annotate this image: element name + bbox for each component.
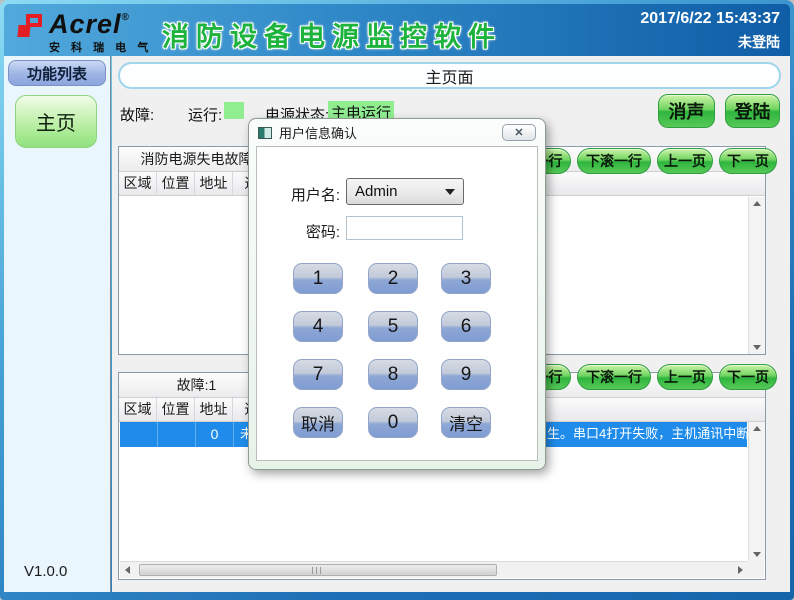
scrollbar-corner — [747, 561, 764, 578]
scrollbar-grip-icon — [312, 567, 324, 574]
top-table-vertical-scrollbar[interactable] — [748, 197, 765, 354]
fault-label: 故障: — [120, 104, 154, 125]
keypad-button-2[interactable]: 2 — [368, 263, 418, 294]
top-scroll-down-row-button[interactable]: 下滚一行 — [577, 148, 651, 174]
scroll-down-arrow-icon[interactable] — [753, 552, 761, 557]
password-field[interactable] — [346, 216, 463, 240]
logo-square-solid — [17, 25, 30, 37]
scroll-left-arrow-icon[interactable] — [125, 566, 130, 574]
cancel-button[interactable]: 取消 — [293, 407, 343, 438]
clear-button[interactable]: 清空 — [441, 407, 491, 438]
bottom-table-vertical-scrollbar[interactable] — [748, 422, 765, 561]
username-select[interactable]: Admin — [346, 178, 464, 205]
app-window: Acrel ® 安 科 瑞 电 气 消防设备电源监控软件 2017/6/22 1… — [0, 0, 794, 600]
run-label: 运行: — [188, 104, 222, 125]
login-status: 未登陆 — [640, 32, 780, 52]
logo-text: Acrel ® 安 科 瑞 电 气 — [49, 11, 152, 55]
page-title: 主页面 — [118, 62, 781, 89]
cell-address: 0 — [196, 422, 234, 447]
keypad-button-7[interactable]: 7 — [293, 359, 343, 390]
keypad-button-5[interactable]: 5 — [368, 311, 418, 342]
dialog-title: 用户信息确认 — [279, 123, 357, 142]
col-position: 位置 — [157, 172, 195, 195]
col-region: 区域 — [119, 398, 157, 421]
login-button[interactable]: 登陆 — [725, 94, 780, 128]
col-position: 位置 — [157, 398, 195, 421]
version-label: V1.0.0 — [24, 563, 67, 580]
keypad-button-4[interactable]: 4 — [293, 311, 343, 342]
bottom-next-page-button[interactable]: 下一页 — [719, 364, 777, 390]
bottom-table-horizontal-scrollbar[interactable] — [120, 561, 747, 578]
scroll-up-arrow-icon[interactable] — [753, 426, 761, 431]
scroll-down-arrow-icon[interactable] — [753, 345, 761, 350]
keypad-button-1[interactable]: 1 — [293, 263, 343, 294]
run-status-indicator — [224, 102, 244, 119]
username-selected-value: Admin — [355, 183, 398, 200]
chevron-down-icon — [445, 189, 455, 195]
cell-position — [158, 422, 196, 447]
dialog-titlebar[interactable]: 用户信息确认 ✕ — [249, 119, 545, 146]
cell-region — [120, 422, 158, 447]
acrel-logo: Acrel ® 安 科 瑞 电 气 — [18, 11, 152, 55]
col-region: 区域 — [119, 172, 157, 195]
user-confirm-dialog: 用户信息确认 ✕ 用户名: Admin 密码: 1 2 3 4 5 6 7 8 … — [248, 118, 546, 470]
dialog-body: 用户名: Admin 密码: 1 2 3 4 5 6 7 8 9 取消 0 清空 — [256, 146, 538, 461]
keypad-button-9[interactable]: 9 — [441, 359, 491, 390]
col-address: 地址 — [195, 398, 233, 421]
acrel-logo-icon — [18, 14, 44, 40]
registered-mark: ® — [122, 12, 129, 23]
keypad-button-6[interactable]: 6 — [441, 311, 491, 342]
bottom-scroll-down-row-button[interactable]: 下滚一行 — [577, 364, 651, 390]
password-label: 密码: — [257, 221, 340, 242]
brand-name: Acrel — [49, 11, 122, 37]
header-right: 2017/6/22 15:43:37 未登陆 — [640, 10, 780, 52]
scroll-right-arrow-icon[interactable] — [738, 566, 743, 574]
dialog-close-button[interactable]: ✕ — [502, 124, 536, 141]
horizontal-scrollbar-thumb[interactable] — [139, 564, 497, 576]
keypad-button-0[interactable]: 0 — [368, 407, 418, 438]
datetime: 2017/6/22 15:43:37 — [640, 10, 780, 28]
sidebar: 功能列表 主页 V1.0.0 — [4, 56, 111, 592]
top-next-page-button[interactable]: 下一页 — [719, 148, 777, 174]
brand-chinese: 安 科 瑞 电 气 — [49, 39, 152, 55]
username-label: 用户名: — [257, 184, 340, 205]
top-prev-page-button[interactable]: 上一页 — [657, 148, 713, 174]
sidebar-item-home[interactable]: 主页 — [15, 95, 97, 148]
app-titlebar: Acrel ® 安 科 瑞 电 气 消防设备电源监控软件 2017/6/22 1… — [4, 4, 790, 56]
keypad-button-3[interactable]: 3 — [441, 263, 491, 294]
col-address: 地址 — [195, 172, 233, 195]
sidebar-function-list-button[interactable]: 功能列表 — [8, 60, 106, 86]
scroll-up-arrow-icon[interactable] — [753, 201, 761, 206]
app-title: 消防设备电源监控软件 — [162, 15, 502, 54]
bottom-prev-page-button[interactable]: 上一页 — [657, 364, 713, 390]
keypad-button-8[interactable]: 8 — [368, 359, 418, 390]
mute-button[interactable]: 消声 — [658, 94, 715, 128]
dialog-window-icon — [258, 127, 272, 139]
cell-message: 生。串口4打开失败，主机通讯中断。 — [547, 422, 762, 446]
